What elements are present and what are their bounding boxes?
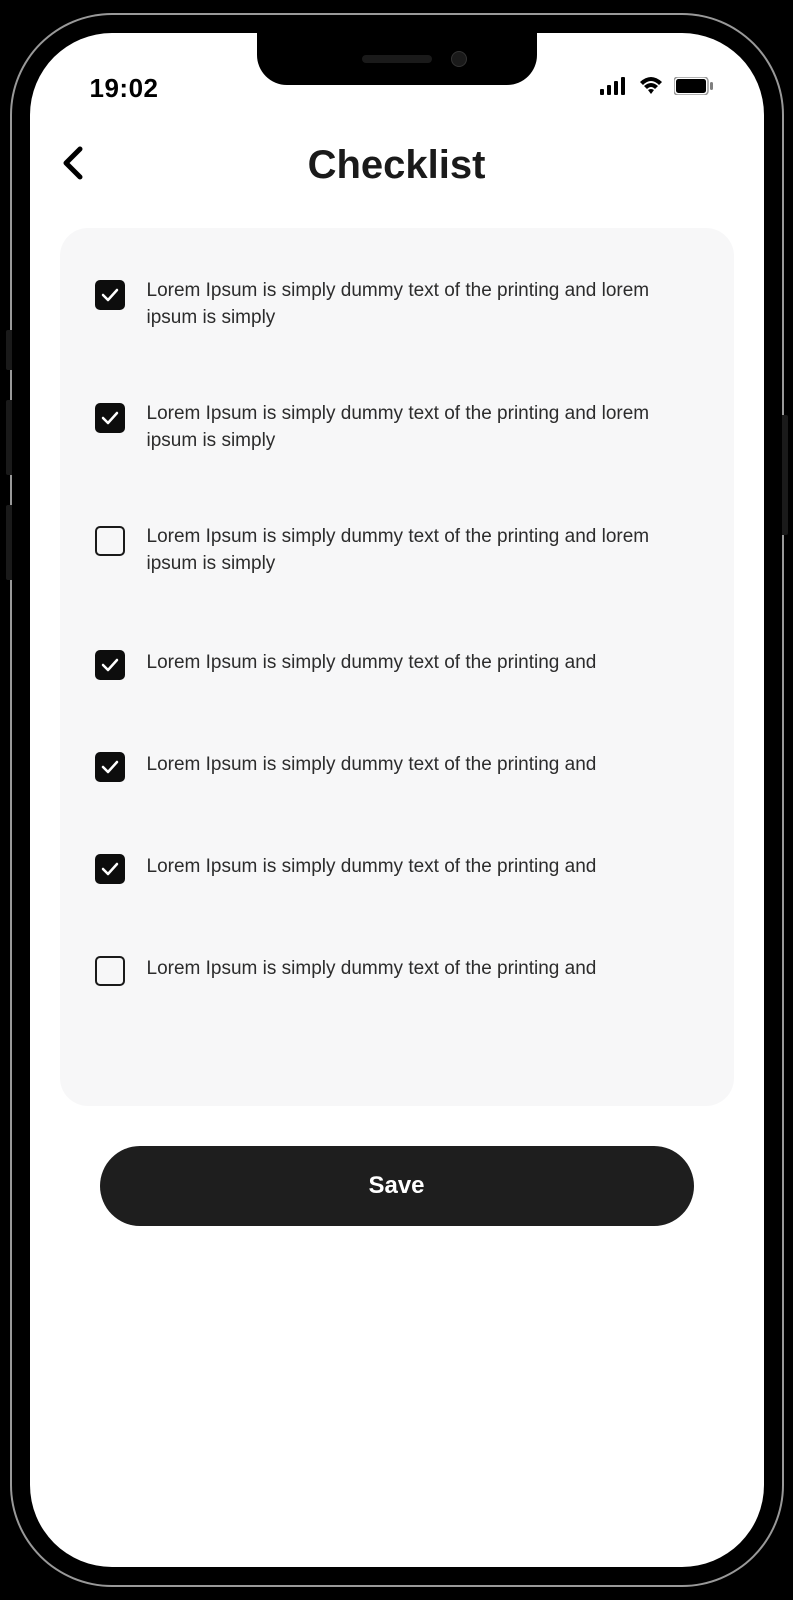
checklist-item-text: Lorem Ipsum is simply dummy text of the …	[147, 956, 597, 983]
checkbox[interactable]	[95, 280, 125, 310]
status-icons	[600, 76, 714, 101]
status-time: 19:02	[90, 73, 159, 104]
checkbox[interactable]	[95, 752, 125, 782]
checklist-item[interactable]: Lorem Ipsum is simply dummy text of the …	[95, 381, 699, 504]
battery-icon	[674, 77, 714, 100]
checklist-item[interactable]: Lorem Ipsum is simply dummy text of the …	[95, 628, 699, 730]
checklist-item[interactable]: Lorem Ipsum is simply dummy text of the …	[95, 258, 699, 381]
check-icon	[101, 658, 119, 672]
checklist-item-text: Lorem Ipsum is simply dummy text of the …	[147, 278, 699, 331]
phone-side-button-right	[782, 415, 788, 535]
checklist-item[interactable]: Lorem Ipsum is simply dummy text of the …	[95, 504, 699, 627]
checkbox[interactable]	[95, 956, 125, 986]
check-icon	[101, 288, 119, 302]
checklist-item[interactable]: Lorem Ipsum is simply dummy text of the …	[95, 730, 699, 832]
back-button[interactable]	[60, 145, 84, 186]
checklist-item-text: Lorem Ipsum is simply dummy text of the …	[147, 752, 597, 779]
wifi-icon	[638, 76, 664, 101]
checklist-item[interactable]: Lorem Ipsum is simply dummy text of the …	[95, 934, 699, 1036]
chevron-left-icon	[60, 145, 84, 181]
checklist-item-text: Lorem Ipsum is simply dummy text of the …	[147, 401, 699, 454]
checklist-item-text: Lorem Ipsum is simply dummy text of the …	[147, 650, 597, 677]
phone-side-buttons-left	[6, 330, 12, 610]
page-title: Checklist	[60, 143, 734, 188]
check-icon	[101, 411, 119, 425]
check-icon	[101, 862, 119, 876]
signal-icon	[600, 77, 628, 100]
check-icon	[101, 760, 119, 774]
header: Checklist	[30, 113, 764, 208]
checkbox[interactable]	[95, 854, 125, 884]
checklist-item-text: Lorem Ipsum is simply dummy text of the …	[147, 854, 597, 881]
checklist-item[interactable]: Lorem Ipsum is simply dummy text of the …	[95, 832, 699, 934]
checkbox[interactable]	[95, 526, 125, 556]
checklist-panel: Lorem Ipsum is simply dummy text of the …	[60, 228, 734, 1106]
save-button[interactable]: Save	[100, 1146, 694, 1226]
checklist-item-text: Lorem Ipsum is simply dummy text of the …	[147, 524, 699, 577]
checkbox[interactable]	[95, 403, 125, 433]
notch	[257, 33, 537, 85]
screen: 19:02 Checklist	[30, 33, 764, 1567]
phone-frame: 19:02 Checklist	[12, 15, 782, 1585]
checkbox[interactable]	[95, 650, 125, 680]
